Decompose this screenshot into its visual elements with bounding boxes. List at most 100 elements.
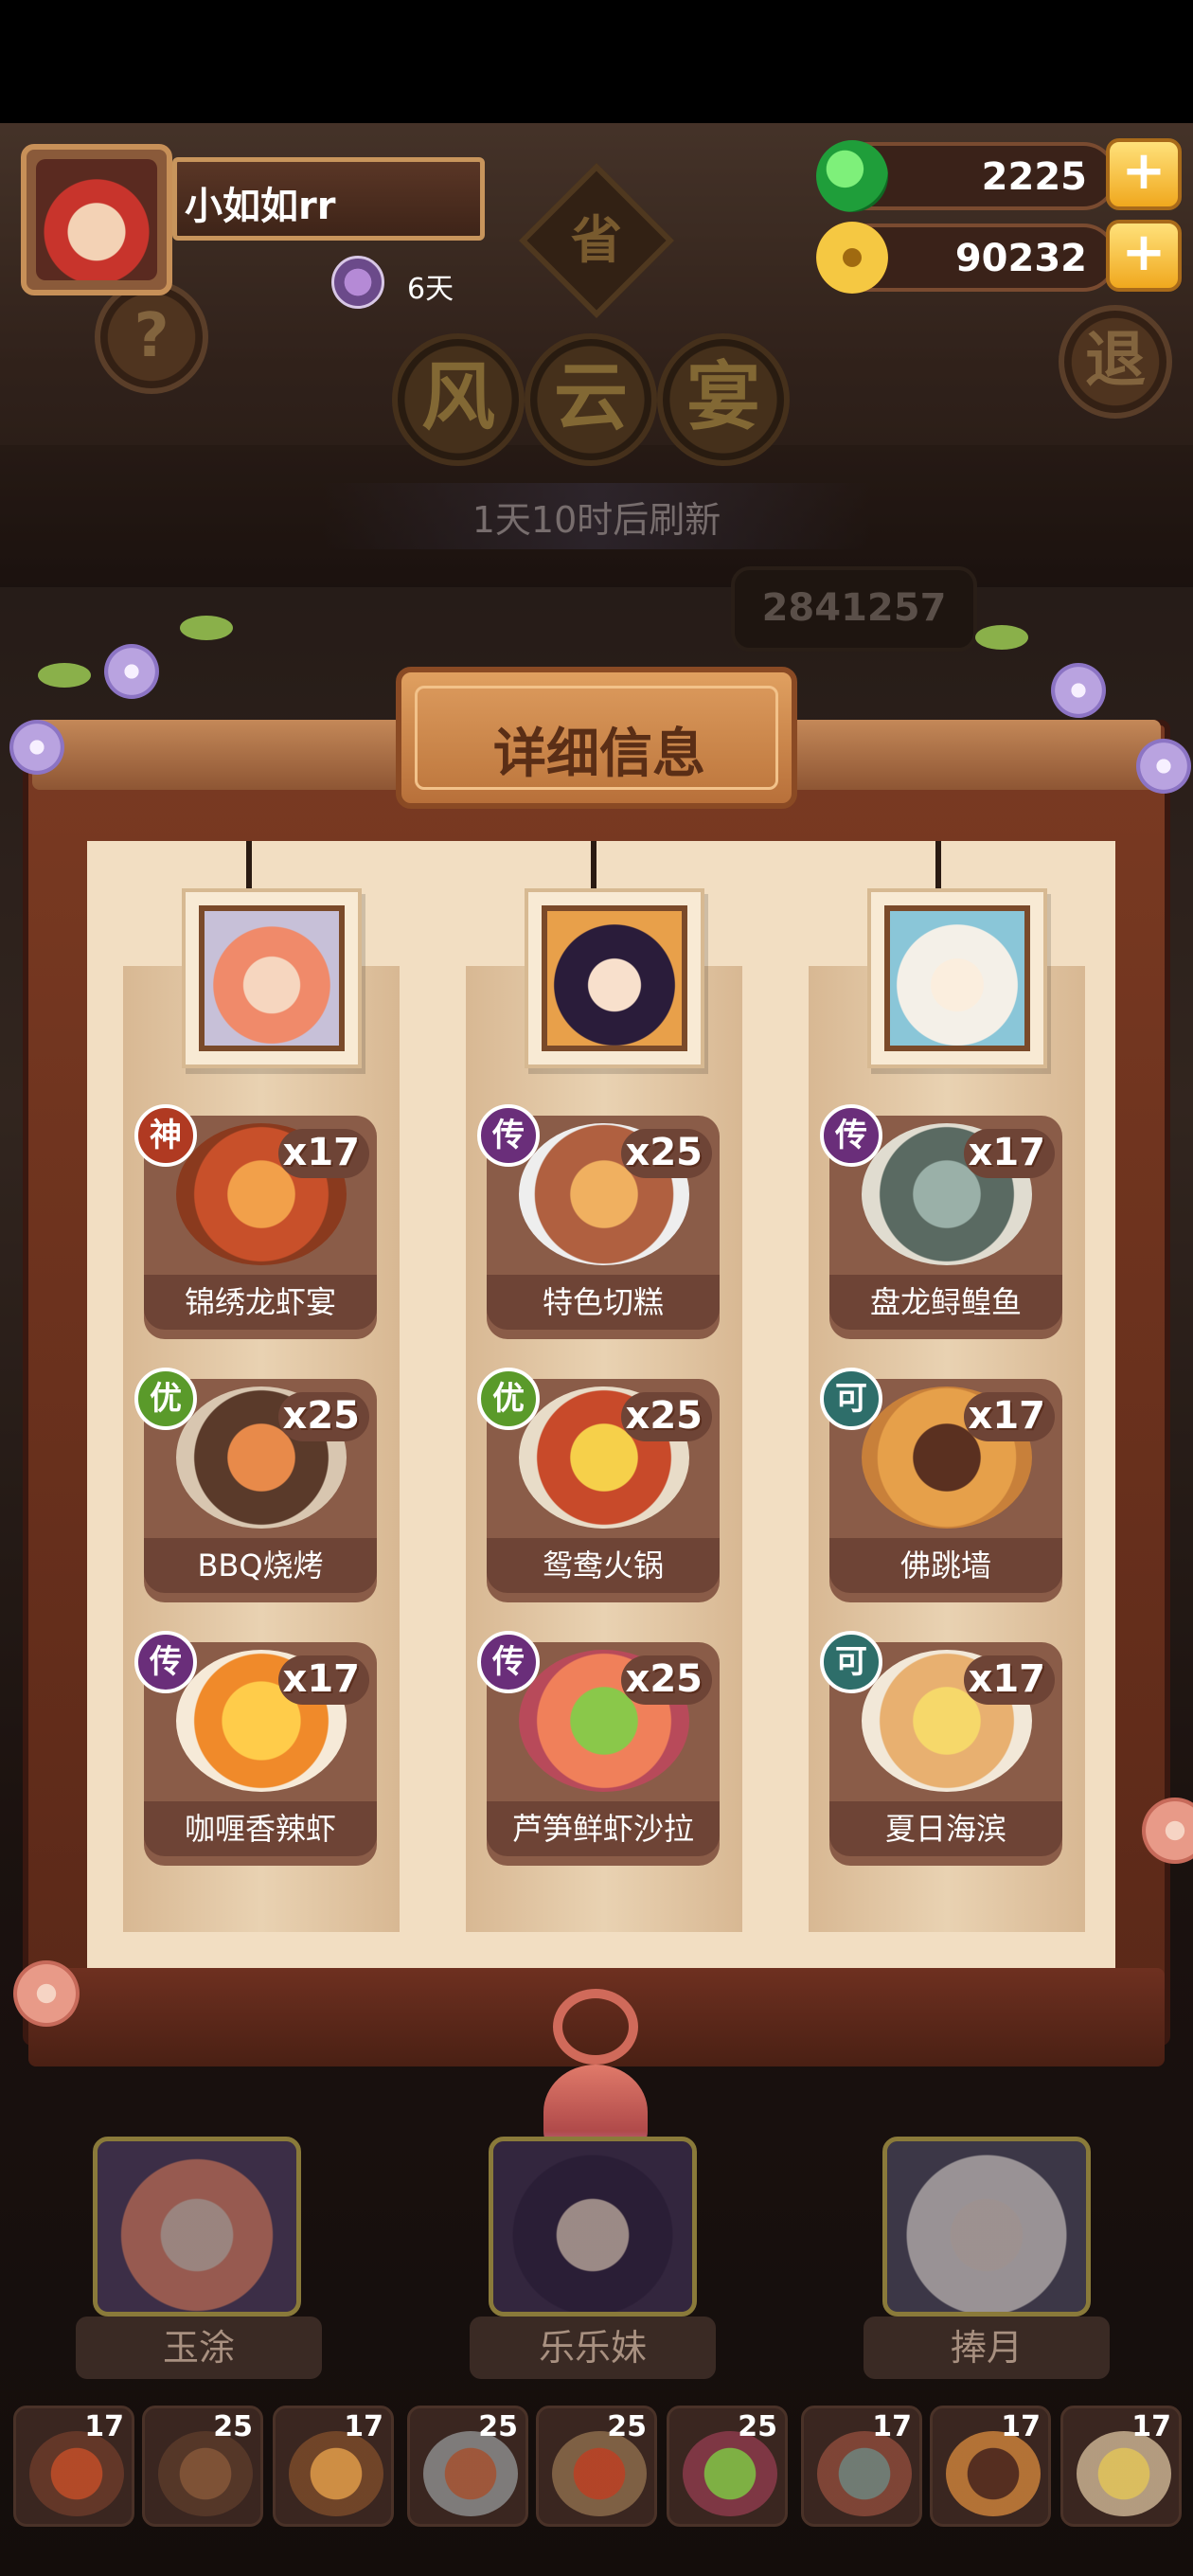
dish-card[interactable]: x17 可 夏日海滨 (820, 1631, 1062, 1868)
dish-name: 锦绣龙虾宴 (144, 1275, 377, 1330)
leaf-decoration (38, 663, 91, 688)
flower-decoration (104, 644, 159, 699)
jade-icon (816, 140, 888, 212)
character-name-3: 捧月 (864, 2317, 1110, 2379)
slot-dish-image (289, 2431, 383, 2516)
dish-count: x17 (282, 1131, 360, 1174)
character-image (493, 2141, 692, 2312)
slot-dish-image (1077, 2431, 1171, 2516)
dish-name: 鸳鸯火锅 (487, 1538, 720, 1593)
dish-count: x17 (968, 1394, 1045, 1438)
character-name-2: 乐乐妹 (470, 2317, 716, 2379)
slot-count: 17 (344, 2410, 383, 2443)
dish-slot[interactable]: 17 (273, 2406, 394, 2527)
character-portrait-2[interactable] (525, 888, 704, 1068)
slot-dish-image (817, 2431, 912, 2516)
slot-count: 17 (872, 2410, 912, 2443)
avatar-image (36, 159, 157, 280)
character-name-1: 玉涂 (76, 2317, 322, 2379)
dish-name: 咖喱香辣虾 (144, 1801, 377, 1856)
dish-slot[interactable]: 17 (1060, 2406, 1182, 2527)
slot-count: 17 (84, 2410, 124, 2443)
jade-value: 2225 (981, 155, 1087, 199)
dish-name: 特色切糕 (487, 1275, 720, 1330)
dish-slot[interactable]: 25 (142, 2406, 263, 2527)
panel-title-inner: 详细信息 (415, 686, 778, 790)
slot-count: 17 (1001, 2410, 1041, 2443)
dish-card[interactable]: x25 优 鸳鸯火锅 (477, 1368, 720, 1604)
dish-name: 佛跳墙 (829, 1538, 1062, 1593)
dish-count: x25 (625, 1657, 703, 1701)
rank-badge: 传 (477, 1104, 540, 1167)
add-jade-button[interactable]: + (1106, 138, 1182, 210)
dish-card[interactable]: x17 传 盘龙鲟鳇鱼 (820, 1104, 1062, 1341)
leaf-decoration (180, 616, 233, 640)
dish-count: x17 (968, 1131, 1045, 1174)
days-icon (331, 256, 384, 309)
dish-name: 盘龙鲟鳇鱼 (829, 1275, 1062, 1330)
coin-icon (816, 222, 888, 294)
dish-card[interactable]: x25 传 特色切糕 (477, 1104, 720, 1341)
slot-dish-image (423, 2431, 518, 2516)
dish-slot[interactable]: 17 (801, 2406, 922, 2527)
flower-decoration (13, 1960, 80, 2027)
flower-decoration (1051, 663, 1106, 718)
flower-decoration (9, 720, 64, 775)
slot-count: 25 (738, 2410, 777, 2443)
portrait-image (199, 905, 345, 1051)
slot-dish-image (683, 2431, 777, 2516)
character-image (98, 2141, 296, 2312)
bell-knot (553, 1989, 638, 2065)
dish-count: x17 (968, 1657, 1045, 1701)
rank-badge: 传 (820, 1104, 882, 1167)
dish-card[interactable]: x17 神 锦绣龙虾宴 (134, 1104, 377, 1341)
add-coin-button[interactable]: + (1106, 220, 1182, 292)
dish-slot[interactable]: 25 (536, 2406, 657, 2527)
character-portrait-1[interactable] (182, 888, 362, 1068)
character-image (887, 2141, 1086, 2312)
dish-name: 夏日海滨 (829, 1801, 1062, 1856)
rank-badge: 优 (477, 1368, 540, 1430)
slot-count: 25 (478, 2410, 518, 2443)
player-avatar[interactable] (21, 144, 172, 295)
slot-dish-image (29, 2431, 124, 2516)
dish-slot[interactable]: 25 (667, 2406, 788, 2527)
player-name-box: 小如如rr (172, 157, 485, 241)
dish-card[interactable]: x17 可 佛跳墙 (820, 1368, 1062, 1604)
coin-value: 90232 (954, 237, 1087, 280)
dish-count: x25 (625, 1131, 703, 1174)
rank-badge: 优 (134, 1368, 197, 1430)
dish-slot[interactable]: 17 (13, 2406, 134, 2527)
portrait-image (542, 905, 687, 1051)
dish-name: BBQ烧烤 (144, 1538, 377, 1593)
slot-count: 25 (607, 2410, 647, 2443)
slot-dish-image (946, 2431, 1041, 2516)
dish-slot[interactable]: 17 (930, 2406, 1051, 2527)
rank-badge: 神 (134, 1104, 197, 1167)
character-card-1[interactable] (93, 2137, 301, 2317)
dish-name: 芦笋鲜虾沙拉 (487, 1801, 720, 1856)
close-bell-button[interactable] (534, 1989, 657, 2159)
character-card-3[interactable] (882, 2137, 1091, 2317)
dish-count: x17 (282, 1657, 360, 1701)
rank-badge: 可 (820, 1631, 882, 1693)
player-name: 小如如rr (185, 185, 336, 228)
status-bar (0, 0, 1193, 123)
slot-dish-image (158, 2431, 253, 2516)
character-portrait-3[interactable] (867, 888, 1047, 1068)
dish-card[interactable]: x17 传 咖喱香辣虾 (134, 1631, 377, 1868)
character-card-2[interactable] (489, 2137, 697, 2317)
slot-dish-image (552, 2431, 647, 2516)
leaf-decoration (975, 625, 1028, 650)
dish-card[interactable]: x25 优 BBQ烧烤 (134, 1368, 377, 1604)
rank-badge: 传 (477, 1631, 540, 1693)
dish-slot[interactable]: 25 (407, 2406, 528, 2527)
panel-title: 详细信息 (493, 724, 705, 785)
dish-count: x25 (625, 1394, 703, 1438)
portrait-image (884, 905, 1030, 1051)
login-days: 6天 (407, 273, 454, 306)
dish-card[interactable]: x25 传 芦笋鲜虾沙拉 (477, 1631, 720, 1868)
dish-count: x25 (282, 1394, 360, 1438)
rank-badge: 可 (820, 1368, 882, 1430)
slot-count: 25 (213, 2410, 253, 2443)
